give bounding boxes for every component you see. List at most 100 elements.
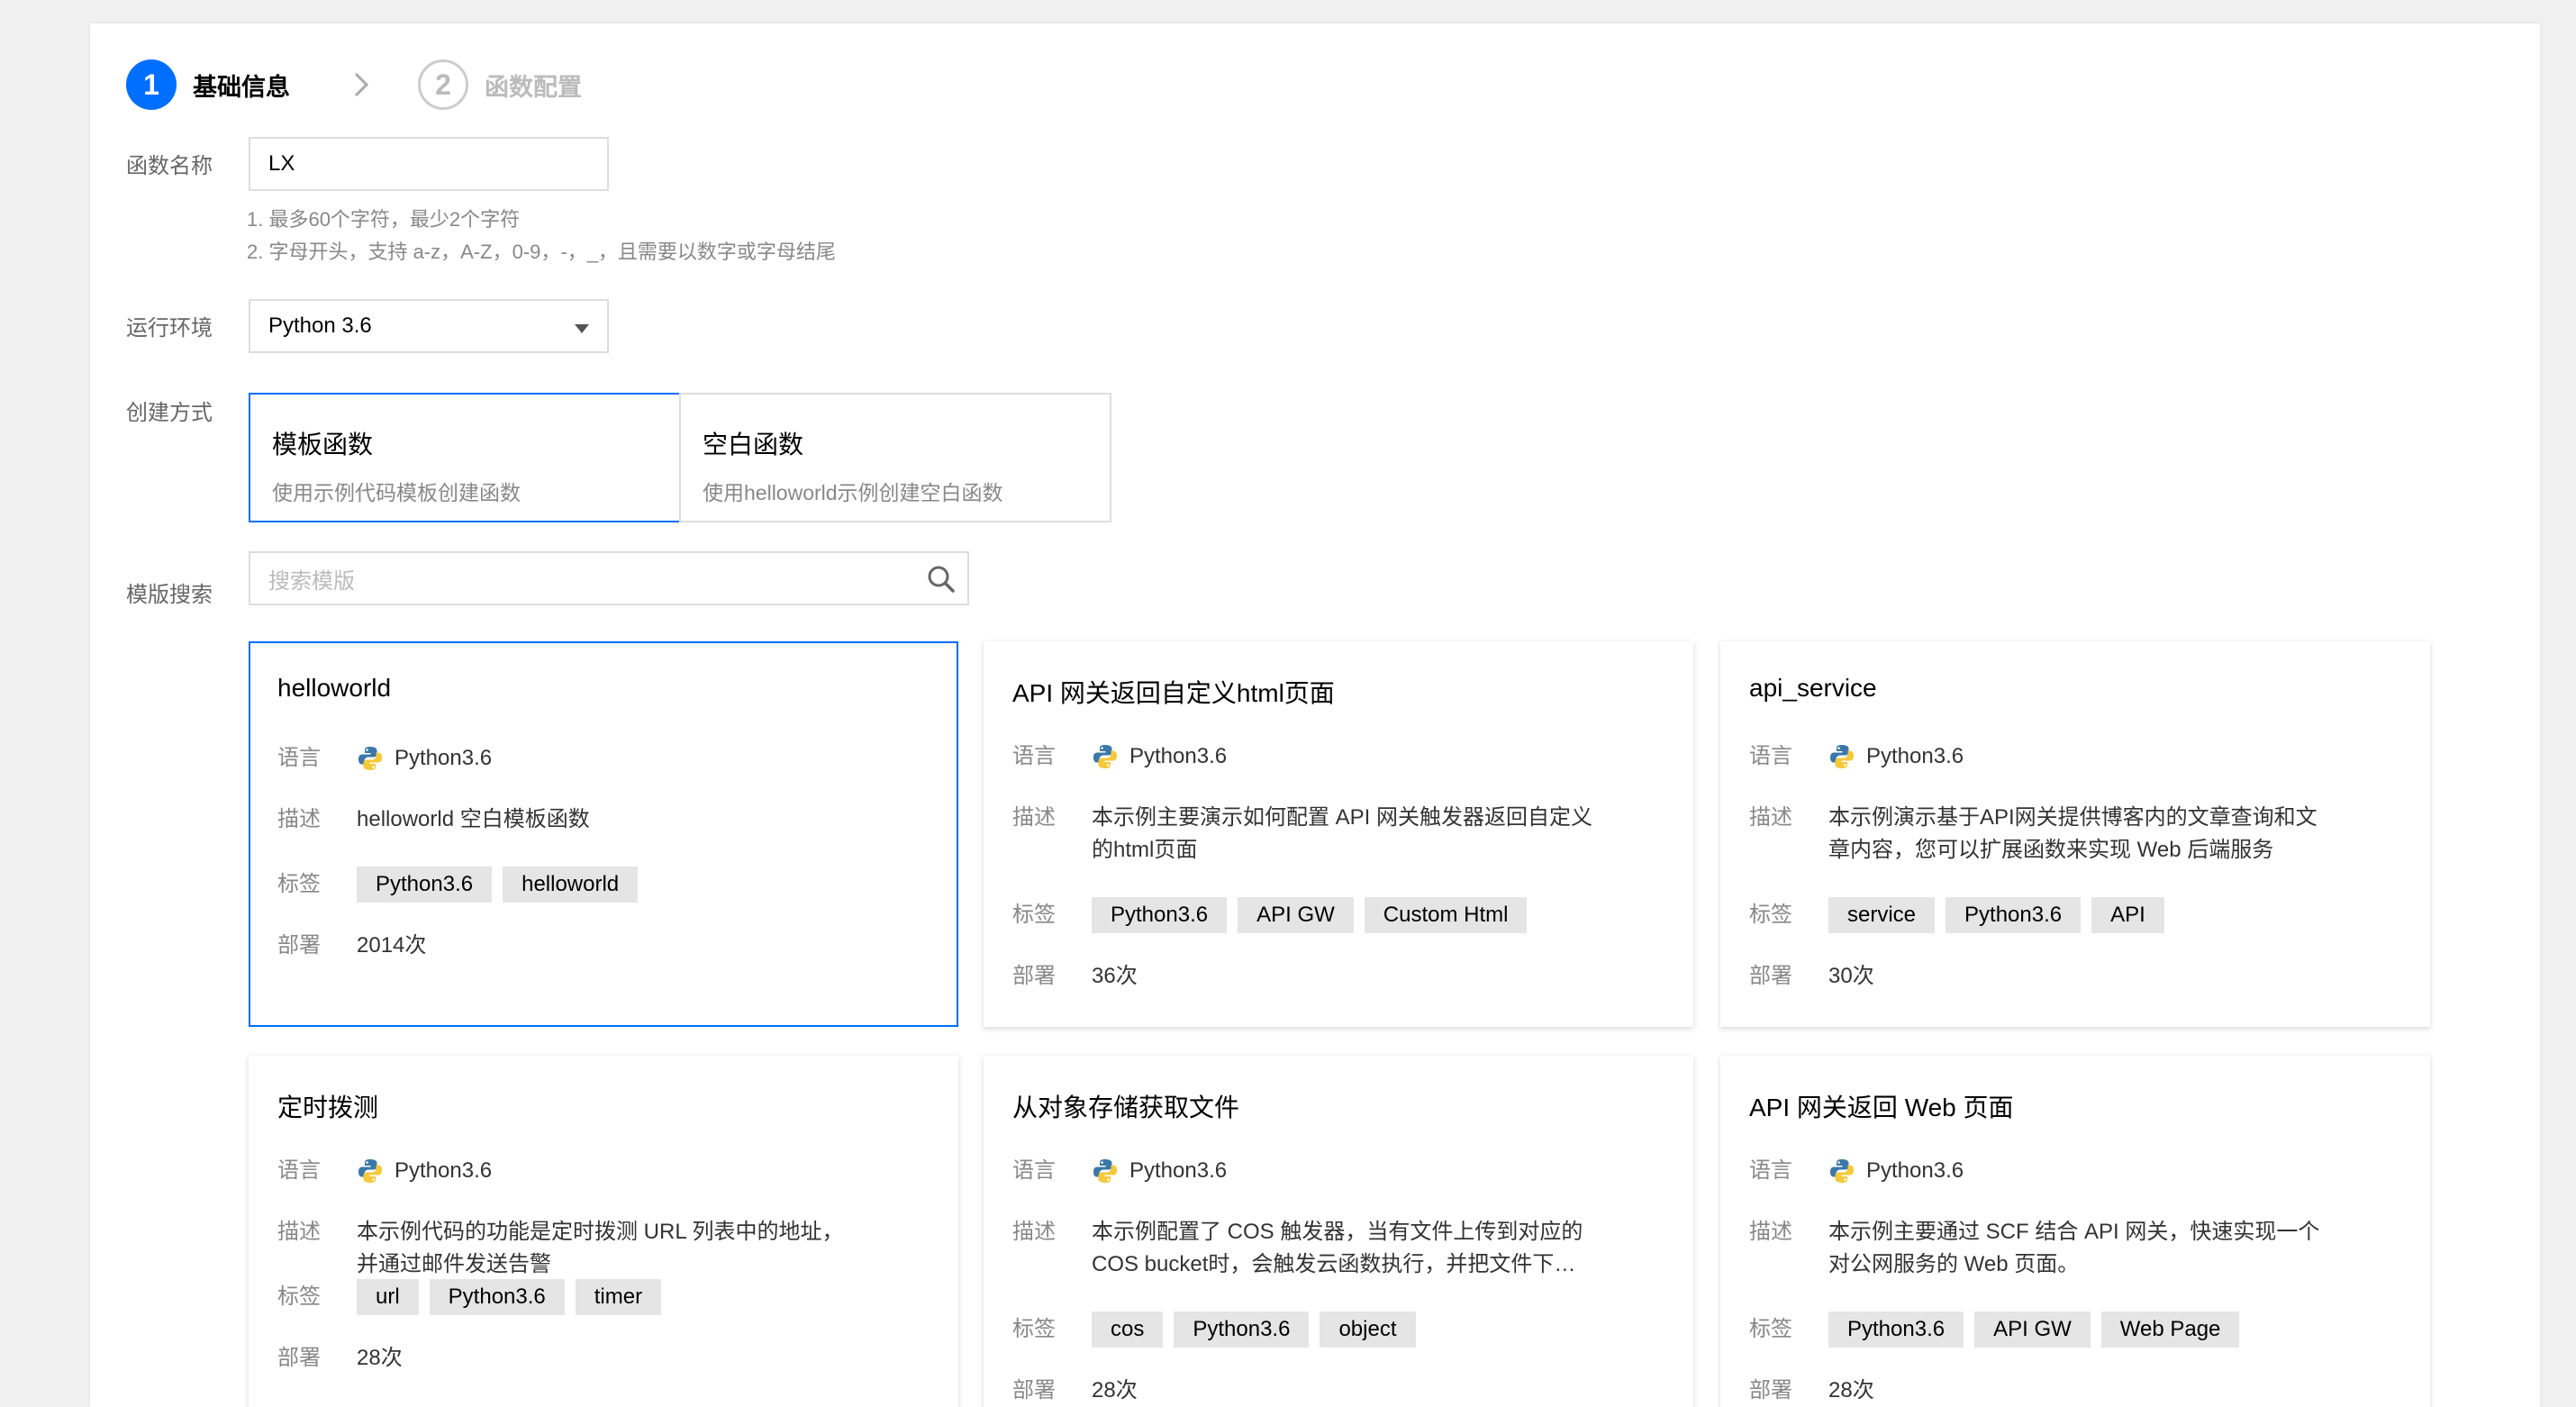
tag: Python3.6 <box>429 1279 565 1315</box>
template-tags-row: 标签 Python3.6 API GW Web Page <box>1749 1312 2250 1348</box>
lang-text: Python3.6 <box>1866 1158 1964 1183</box>
template-lang-row: 语言 Python3.6 <box>277 742 861 775</box>
template-tags-row: 标签 Python3.6 helloworld <box>277 867 649 903</box>
caret-down-icon <box>575 324 589 333</box>
lang-text: Python3.6 <box>395 1158 493 1183</box>
tag: API GW <box>1238 897 1354 933</box>
template-title: 从对象存储获取文件 <box>1012 1094 1240 1121</box>
python-icon <box>1830 745 1854 768</box>
step-label: 函数配置 <box>485 73 582 101</box>
template-tags-row: 标签 service Python3.6 API <box>1749 897 2175 933</box>
desc-value: helloworld 空白模板函数 <box>357 807 590 831</box>
tags-key: 标签 <box>1012 903 1056 927</box>
tag: service <box>1828 897 1936 933</box>
python-icon <box>358 1159 382 1183</box>
template-card[interactable]: 定时拨测 语言 Python3.6 描述 本示例代码的功能是定时拨测 URL 列… <box>249 1056 958 1407</box>
lang-text: Python3.6 <box>1129 744 1228 768</box>
function-name-label: 函数名称 <box>126 154 213 178</box>
deploy-key: 部署 <box>1012 1378 1056 1402</box>
step-label: 基础信息 <box>193 73 290 101</box>
runtime-value: Python 3.6 <box>268 313 372 338</box>
template-lang-row: 语言 Python3.6 <box>1012 1155 1596 1187</box>
deploy-key: 部署 <box>277 933 321 958</box>
deploy-key: 部署 <box>1012 964 1056 988</box>
template-card[interactable]: helloworld 语言 Python3.6 描述 helloworld 空白… <box>249 641 958 1027</box>
step-number: 1 <box>126 59 177 110</box>
method-template-function[interactable]: 模板函数 使用示例代码模板创建函数 <box>249 393 681 522</box>
deploy-key: 部署 <box>1749 964 1792 988</box>
lang-value: Python3.6 <box>1092 1155 1596 1187</box>
template-deploy-row: 部署 28次 <box>277 1342 861 1375</box>
stepper: 1 基础信息 2 函数配置 <box>126 59 582 110</box>
tag: Custom Html <box>1364 897 1528 933</box>
template-desc-row: 描述 本示例演示基于API网关提供博客内的文章查询和文章内容，您可以扩展函数来实… <box>1749 802 2333 867</box>
template-tags-row: 标签 url Python3.6 timer <box>277 1279 672 1315</box>
template-lang-row: 语言 Python3.6 <box>1749 1155 2333 1187</box>
deploy-value: 30次 <box>1828 964 1874 988</box>
template-card[interactable]: API 网关返回自定义html页面 语言 Python3.6 描述 本示例主要演… <box>984 641 1693 1027</box>
python-icon <box>358 747 382 770</box>
method-title: 空白函数 <box>703 431 804 458</box>
desc-key: 描述 <box>1012 805 1056 830</box>
template-lang-row: 语言 Python3.6 <box>277 1155 861 1187</box>
name-hint-2: 2. 字母开头，支持 a-z，A-Z，0-9，-，_，且需要以数字或字母结尾 <box>247 241 836 263</box>
deploy-value: 28次 <box>357 1346 403 1370</box>
template-title: helloworld <box>277 674 392 702</box>
python-icon <box>1830 1159 1854 1183</box>
lang-key: 语言 <box>1012 1158 1056 1183</box>
lang-text: Python3.6 <box>395 746 493 770</box>
tag: Python3.6 <box>1828 1312 1964 1348</box>
method-desc: 使用helloworld示例创建空白函数 <box>703 481 1003 504</box>
step-basic-info[interactable]: 1 基础信息 <box>126 59 290 110</box>
deploy-value: 28次 <box>1828 1378 1874 1402</box>
template-search-input[interactable]: 搜索模版 <box>249 551 969 605</box>
lang-value: Python3.6 <box>1828 740 2333 773</box>
desc-value: 本示例主要演示如何配置 API 网关触发器返回自定义的html页面 <box>1092 805 1593 862</box>
tag-list: Python3.6 API GW Custom Html <box>1092 897 1537 933</box>
runtime-select[interactable]: Python 3.6 <box>249 299 609 353</box>
deploy-key: 部署 <box>1749 1378 1792 1402</box>
chevron-right-icon <box>346 69 376 100</box>
search-placeholder: 搜索模版 <box>268 568 355 594</box>
tag: timer <box>575 1279 662 1315</box>
template-deploy-row: 部署 28次 <box>1012 1375 1596 1407</box>
step-function-config[interactable]: 2 函数配置 <box>418 59 582 110</box>
tag: Python3.6 <box>1946 897 2082 933</box>
name-hint-1: 1. 最多60个字符，最少2个字符 <box>247 208 521 231</box>
deploy-value: 2014次 <box>357 933 427 958</box>
method-desc: 使用示例代码模板创建函数 <box>272 481 521 504</box>
desc-value: 本示例主要通过 SCF 结合 API 网关，快速实现一个对公网服务的 Web 页… <box>1828 1220 2320 1276</box>
template-tags-row: 标签 cos Python3.6 object <box>1012 1312 1427 1348</box>
lang-text: Python3.6 <box>1129 1158 1228 1183</box>
tag: API <box>2091 897 2164 933</box>
desc-value: 本示例代码的功能是定时拨测 URL 列表中的地址，并通过邮件发送告警 <box>357 1220 844 1276</box>
template-card[interactable]: API 网关返回 Web 页面 语言 Python3.6 描述 本示例主要通过 … <box>1720 1056 2430 1407</box>
search-icon[interactable] <box>926 564 957 595</box>
tag: cos <box>1092 1312 1164 1348</box>
template-title: API 网关返回 Web 页面 <box>1749 1094 2014 1121</box>
function-name-input[interactable]: LX <box>249 137 609 191</box>
template-card[interactable]: 从对象存储获取文件 语言 Python3.6 描述 本示例配置了 COS 触发器… <box>984 1056 1693 1407</box>
lang-value: Python3.6 <box>1092 740 1596 773</box>
tags-key: 标签 <box>1749 903 1792 927</box>
desc-value: 本示例演示基于API网关提供博客内的文章查询和文章内容，您可以扩展函数来实现 W… <box>1828 805 2317 862</box>
lang-key: 语言 <box>1749 744 1792 768</box>
tag: Python3.6 <box>1092 897 1228 933</box>
desc-key: 描述 <box>1749 1220 1792 1244</box>
template-title: 定时拨测 <box>277 1094 379 1121</box>
template-card[interactable]: api_service 语言 Python3.6 描述 本示例演示基于API网关… <box>1720 641 2430 1027</box>
desc-key: 描述 <box>277 1220 321 1244</box>
create-function-panel: 1 基础信息 2 函数配置 函数名称 LX 1. 最多60个字符，最少2个字符 … <box>90 23 2540 1407</box>
tags-key: 标签 <box>277 872 321 896</box>
function-name-value: LX <box>268 151 295 176</box>
lang-value: Python3.6 <box>357 742 861 775</box>
tag-list: url Python3.6 timer <box>357 1279 672 1315</box>
tag: Python3.6 <box>1174 1312 1310 1348</box>
tags-key: 标签 <box>277 1284 321 1309</box>
template-deploy-row: 部署 28次 <box>1749 1375 2333 1407</box>
tag-list: Python3.6 API GW Web Page <box>1828 1312 2250 1348</box>
method-title: 模板函数 <box>272 431 374 458</box>
template-title: API 网关返回自定义html页面 <box>1012 679 1335 707</box>
method-blank-function[interactable]: 空白函数 使用helloworld示例创建空白函数 <box>679 393 1111 522</box>
template-desc-row: 描述 本示例主要通过 SCF 结合 API 网关，快速实现一个对公网服务的 We… <box>1749 1216 2333 1281</box>
